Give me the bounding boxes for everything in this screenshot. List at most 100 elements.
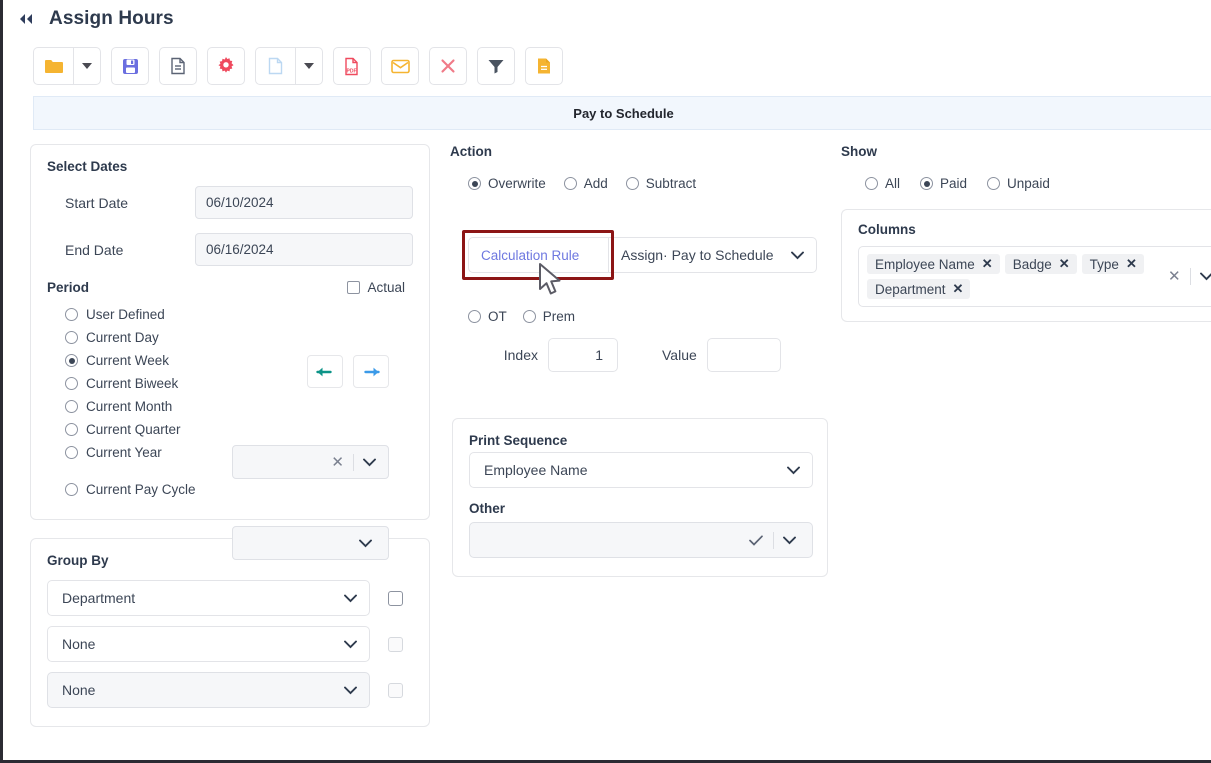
chip-remove-icon[interactable]: ✕ bbox=[982, 256, 993, 272]
main-toolbar: PDF bbox=[3, 38, 1211, 94]
ot-option[interactable]: OT bbox=[468, 305, 507, 328]
action-title: Action bbox=[450, 144, 492, 159]
print-sequence-select[interactable]: Employee Name bbox=[469, 452, 813, 488]
start-date-input[interactable] bbox=[195, 186, 413, 219]
right-column: Show All Paid Unpaid Columns Employee Na… bbox=[841, 144, 1211, 322]
new-document-button[interactable] bbox=[255, 47, 295, 85]
report-button[interactable] bbox=[159, 47, 197, 85]
radio-paid[interactable] bbox=[920, 177, 934, 190]
action-label-0: Overwrite bbox=[488, 176, 546, 191]
open-folder-button[interactable] bbox=[33, 47, 73, 85]
filter-button[interactable] bbox=[477, 47, 515, 85]
other-label: Other bbox=[469, 501, 506, 516]
calculation-rule-button[interactable]: Calculation Rule bbox=[468, 237, 608, 273]
notes-button[interactable] bbox=[525, 47, 563, 85]
show-option-paid[interactable]: Paid bbox=[920, 172, 967, 195]
radio-prem[interactable] bbox=[522, 310, 536, 323]
radio-current-day[interactable] bbox=[65, 331, 78, 344]
new-document-caret[interactable] bbox=[295, 47, 323, 85]
chevron-down-icon[interactable] bbox=[354, 458, 380, 467]
chevron-down-icon[interactable] bbox=[774, 536, 800, 545]
show-label-1: Paid bbox=[940, 176, 968, 191]
clear-all-columns-icon[interactable]: ✕ bbox=[1159, 269, 1190, 284]
actual-label: Actual bbox=[367, 280, 405, 295]
chevron-down-icon bbox=[344, 640, 357, 649]
value-input[interactable] bbox=[706, 338, 781, 372]
print-sequence-card: Print Sequence Employee Name Other bbox=[452, 418, 828, 577]
email-button[interactable] bbox=[381, 47, 419, 85]
group-by-checkbox-2[interactable] bbox=[388, 682, 403, 698]
quarter-year-select[interactable]: ✕ bbox=[232, 445, 389, 479]
group-by-value-1: None bbox=[62, 636, 96, 652]
radio-current-pay-cycle[interactable] bbox=[65, 483, 78, 496]
group-by-select-1[interactable]: None bbox=[47, 626, 370, 662]
column-chip[interactable]: Department ✕ bbox=[867, 279, 971, 299]
settings-button[interactable] bbox=[207, 47, 245, 85]
period-label-1: Current Day bbox=[86, 330, 159, 345]
chip-label-1: Badge bbox=[1012, 256, 1052, 272]
action-option-overwrite[interactable]: Overwrite bbox=[468, 172, 546, 195]
new-document-group bbox=[255, 47, 323, 85]
chevron-down-icon bbox=[304, 63, 314, 69]
period-option-user-defined[interactable]: User Defined bbox=[47, 303, 413, 326]
chevron-down-icon[interactable] bbox=[350, 539, 376, 548]
prem-option[interactable]: Prem bbox=[522, 305, 575, 328]
columns-multiselect[interactable]: Employee Name ✕ Badge ✕ Type ✕ Departmen… bbox=[858, 246, 1211, 307]
chip-remove-icon[interactable]: ✕ bbox=[953, 281, 964, 297]
period-option-current-day[interactable]: Current Day bbox=[47, 326, 413, 349]
group-by-row-2: None bbox=[47, 672, 413, 708]
radio-current-quarter[interactable] bbox=[65, 423, 78, 436]
radio-current-biweek[interactable] bbox=[65, 377, 78, 390]
action-option-subtract[interactable]: Subtract bbox=[625, 172, 696, 195]
columns-chip-list: Employee Name ✕ Badge ✕ Type ✕ Departmen… bbox=[867, 254, 1155, 299]
radio-overwrite[interactable] bbox=[468, 177, 481, 190]
radio-current-year[interactable] bbox=[65, 446, 78, 459]
column-chip[interactable]: Badge ✕ bbox=[1004, 254, 1077, 274]
check-icon[interactable] bbox=[739, 534, 773, 546]
group-by-checkbox-0[interactable] bbox=[388, 590, 403, 606]
previous-period-button[interactable] bbox=[307, 355, 343, 388]
period-option-current-month[interactable]: Current Month bbox=[47, 395, 413, 418]
radio-subtract[interactable] bbox=[625, 177, 639, 190]
clear-x-icon[interactable]: ✕ bbox=[322, 455, 353, 470]
group-by-card: Group By Department None None bbox=[30, 538, 430, 727]
pay-cycle-select[interactable] bbox=[232, 526, 389, 560]
other-select[interactable] bbox=[469, 522, 813, 558]
actual-checkbox[interactable] bbox=[347, 281, 361, 294]
save-button[interactable] bbox=[111, 47, 149, 85]
calculation-rule-select[interactable]: Assign· Pay to Schedule bbox=[608, 237, 817, 273]
radio-user-defined[interactable] bbox=[65, 308, 78, 321]
chevron-down-icon bbox=[787, 466, 800, 475]
column-chip[interactable]: Employee Name ✕ bbox=[867, 254, 1000, 274]
group-by-checkbox-1[interactable] bbox=[388, 636, 403, 652]
ot-label: OT bbox=[488, 309, 507, 324]
columns-title: Columns bbox=[858, 222, 916, 237]
next-period-button[interactable] bbox=[353, 355, 389, 388]
chip-label-0: Employee Name bbox=[875, 256, 975, 272]
chevron-down-icon[interactable] bbox=[1191, 272, 1211, 281]
chip-remove-icon[interactable]: ✕ bbox=[1059, 256, 1070, 272]
chip-remove-icon[interactable]: ✕ bbox=[1126, 256, 1137, 272]
radio-current-month[interactable] bbox=[65, 400, 78, 413]
open-folder-caret[interactable] bbox=[73, 47, 101, 85]
radio-current-week[interactable] bbox=[65, 354, 78, 367]
group-by-select-2[interactable]: None bbox=[47, 672, 370, 708]
radio-unpaid[interactable] bbox=[987, 177, 1001, 190]
show-option-unpaid[interactable]: Unpaid bbox=[987, 172, 1050, 195]
end-date-input[interactable] bbox=[195, 233, 413, 266]
show-option-all[interactable]: All bbox=[865, 172, 900, 195]
radio-add[interactable] bbox=[563, 177, 577, 190]
period-option-current-quarter[interactable]: Current Quarter bbox=[47, 418, 413, 441]
column-chip[interactable]: Type ✕ bbox=[1081, 254, 1144, 274]
columns-card: Columns Employee Name ✕ Badge ✕ Type ✕ D… bbox=[841, 209, 1211, 322]
actual-checkbox-wrap[interactable]: Actual bbox=[347, 280, 405, 295]
radio-ot[interactable] bbox=[468, 310, 481, 323]
group-by-select-0[interactable]: Department bbox=[47, 580, 370, 616]
delete-button[interactable] bbox=[429, 47, 467, 85]
index-input[interactable] bbox=[548, 338, 618, 372]
double-chevron-left-icon[interactable] bbox=[15, 8, 37, 30]
action-option-add[interactable]: Add bbox=[563, 172, 608, 195]
export-pdf-button[interactable]: PDF bbox=[333, 47, 371, 85]
radio-all[interactable] bbox=[865, 177, 878, 190]
period-option-current-pay-cycle[interactable]: Current Pay Cycle bbox=[47, 478, 413, 501]
